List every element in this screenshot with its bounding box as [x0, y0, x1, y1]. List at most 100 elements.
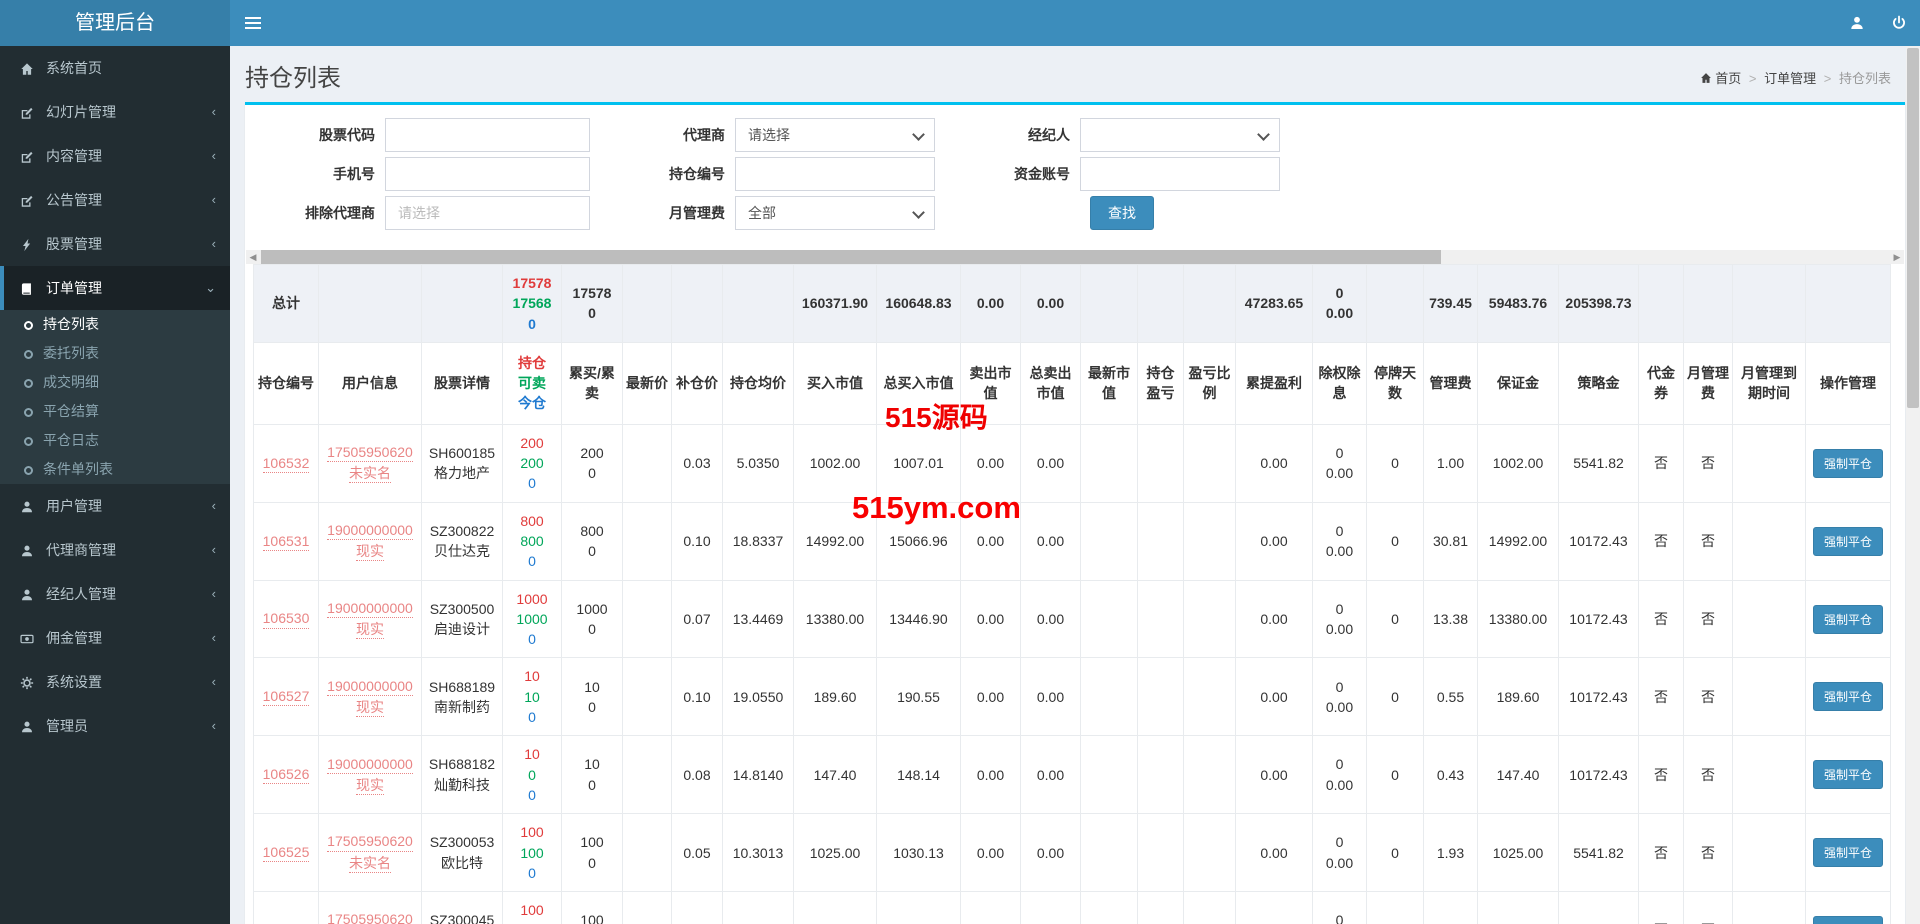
user-phone-link[interactable]: 17505950620: [327, 832, 413, 852]
sidebar-item-users[interactable]: 用户管理 ‹: [0, 484, 230, 528]
vertical-scrollbar[interactable]: [1906, 46, 1920, 924]
sidebar-item-commission[interactable]: 佣金管理 ‹: [0, 616, 230, 660]
position-id-link[interactable]: 106527: [262, 687, 310, 707]
force-close-button[interactable]: 强制平仓: [1812, 448, 1883, 478]
sidebar-item-admins[interactable]: 管理员 ‹: [0, 704, 230, 748]
user-phone-link[interactable]: 19000000000: [327, 521, 413, 541]
cell-sell_value: 0.00: [960, 657, 1021, 737]
cell-repair_price: 0.03: [671, 423, 723, 503]
sidebar: 系统首页 幻灯片管理 ‹ 内容管理 ‹ 公告管理 ‹ 股票管理 ‹ 订单管理 ⌄ 持仓列表 委托列表 成交…: [0, 46, 230, 924]
sidebar-item-orders[interactable]: 订单管理 ⌄: [0, 266, 230, 310]
sidebar-subitem-close-log[interactable]: 平仓日志: [0, 426, 230, 455]
cell-pnl_ratio: [1183, 501, 1236, 581]
sidebar-item-agents[interactable]: 代理商管理 ‹: [0, 528, 230, 572]
column-header-cum_profit: 累提盈利: [1235, 341, 1313, 425]
user-phone-link[interactable]: 19000000000: [327, 677, 413, 696]
force-close-button[interactable]: 强制平仓: [1812, 526, 1883, 556]
cell-monthly_expire: [1732, 735, 1806, 815]
horizontal-scrollbar[interactable]: ◀ ▶: [246, 250, 1904, 264]
position-id-link[interactable]: 106532: [262, 454, 310, 473]
user-icon[interactable]: [1836, 0, 1878, 46]
agent-select[interactable]: 请选择: [735, 118, 935, 152]
app-logo[interactable]: 管理后台: [0, 0, 230, 46]
search-button[interactable]: 查找: [1090, 196, 1154, 230]
user-name-link[interactable]: 现实: [356, 620, 384, 640]
chevron-left-icon: ‹: [211, 718, 216, 733]
positions-table-wrap: 总计 17578 17568 0 17578 0 160371.90 160648.83 0.0…: [245, 264, 1905, 924]
force-close-button[interactable]: 强制平仓: [1812, 838, 1883, 868]
navbar-spacer: [276, 0, 1836, 46]
user-name-link[interactable]: 现实: [356, 776, 384, 795]
horizontal-scrollbar-thumb[interactable]: [261, 250, 1441, 264]
sidebar-subitem-deals[interactable]: 成交明细: [0, 368, 230, 397]
scroll-right-arrow-icon[interactable]: ▶: [1890, 250, 1904, 264]
user-icon: [20, 705, 46, 749]
cell-suspend: 0: [1366, 423, 1424, 503]
user-name-link[interactable]: 现实: [356, 698, 384, 718]
exclude-agent-input[interactable]: [385, 196, 590, 230]
sidebar-item-settings[interactable]: 系统设置 ‹: [0, 660, 230, 704]
cell-cum: 10 0: [561, 735, 623, 815]
cell-pos_pnl: [1137, 813, 1184, 893]
position-id-link[interactable]: 106525: [262, 843, 310, 863]
cell-pnl_ratio: [1183, 579, 1236, 659]
force-close-button[interactable]: 强制平仓: [1812, 604, 1883, 634]
scroll-left-arrow-icon[interactable]: ◀: [246, 250, 260, 264]
phone-input[interactable]: [385, 157, 590, 191]
sidebar-item-notice[interactable]: 公告管理 ‹: [0, 178, 230, 222]
stock-code-input[interactable]: [385, 118, 590, 152]
power-icon[interactable]: [1878, 0, 1920, 46]
cell-monthly_fee: 否: [1683, 813, 1733, 893]
force-close-button[interactable]: 强制平仓: [1812, 760, 1883, 790]
user-name-link[interactable]: 未实名: [349, 854, 391, 873]
cell-cum: 200 0: [561, 423, 623, 503]
cell-margin: 1025.00: [1477, 813, 1559, 893]
force-close-button[interactable]: 强制平仓: [1812, 916, 1883, 924]
position-id-input[interactable]: [735, 157, 935, 191]
position-id-link[interactable]: 106530: [262, 609, 310, 629]
cell-repair_price: 0.05: [671, 891, 723, 924]
broker-select[interactable]: [1080, 118, 1280, 152]
column-header-repair_price: 补仓价: [671, 341, 723, 425]
sidebar-item-stocks[interactable]: 股票管理 ‹: [0, 222, 230, 266]
cell-latest_value: [1080, 579, 1138, 659]
breadcrumb-orders-link[interactable]: 订单管理: [1764, 71, 1816, 86]
sidebar-item-label: 公告管理: [46, 192, 102, 208]
sidebar-toggle-button[interactable]: [230, 0, 276, 46]
total-voucher: [1638, 264, 1684, 343]
total-avg_price: [722, 264, 794, 343]
stock-name: 灿勤科技: [434, 776, 490, 793]
fund-account-input[interactable]: [1080, 157, 1280, 191]
sidebar-item-content[interactable]: 内容管理 ‹: [0, 134, 230, 178]
sidebar-item-brokers[interactable]: 经纪人管理 ‹: [0, 572, 230, 616]
user-phone-link[interactable]: 17505950620: [327, 443, 413, 463]
position-id-link[interactable]: 106526: [262, 765, 310, 785]
user-name-link[interactable]: 现实: [356, 542, 384, 562]
monthly-fee-select[interactable]: 全部: [735, 196, 935, 230]
cell-cum: 1000: [561, 813, 623, 893]
sidebar-subitem-close-settle[interactable]: 平仓结算: [0, 397, 230, 426]
sidebar-subitem-positions[interactable]: 持仓列表: [0, 310, 230, 339]
position-id-label: 持仓编号: [669, 166, 725, 182]
cell-voucher: 否: [1638, 735, 1684, 815]
force-close-button[interactable]: 强制平仓: [1812, 682, 1883, 712]
cell-pos_pnl: [1137, 501, 1184, 581]
sidebar-subitem-condition-orders[interactable]: 条件单列表: [0, 455, 230, 484]
position-id-link[interactable]: 106531: [262, 532, 310, 551]
book-icon: [20, 267, 46, 311]
sidebar-subitem-entrust[interactable]: 委托列表: [0, 339, 230, 368]
sidebar-subitem-label: 持仓列表: [43, 316, 99, 332]
cell-margin: 13380.00: [1477, 579, 1559, 659]
breadcrumb-home-link[interactable]: 首页: [1700, 71, 1741, 86]
user-phone-link[interactable]: 17505950620: [327, 910, 413, 924]
user-phone-link[interactable]: 19000000000: [327, 599, 413, 618]
user-phone-link[interactable]: 19000000000: [327, 755, 413, 774]
cell-pos_id: 106532: [253, 423, 319, 503]
cell-buy_value: 147.40: [793, 735, 877, 815]
user-name-link[interactable]: 未实名: [349, 464, 391, 484]
cell-avg_price: 13.4469: [722, 579, 794, 659]
sidebar-item-label: 内容管理: [46, 148, 102, 164]
vertical-scrollbar-thumb[interactable]: [1907, 48, 1919, 408]
sidebar-item-home[interactable]: 系统首页: [0, 46, 230, 90]
sidebar-item-slides[interactable]: 幻灯片管理 ‹: [0, 90, 230, 134]
